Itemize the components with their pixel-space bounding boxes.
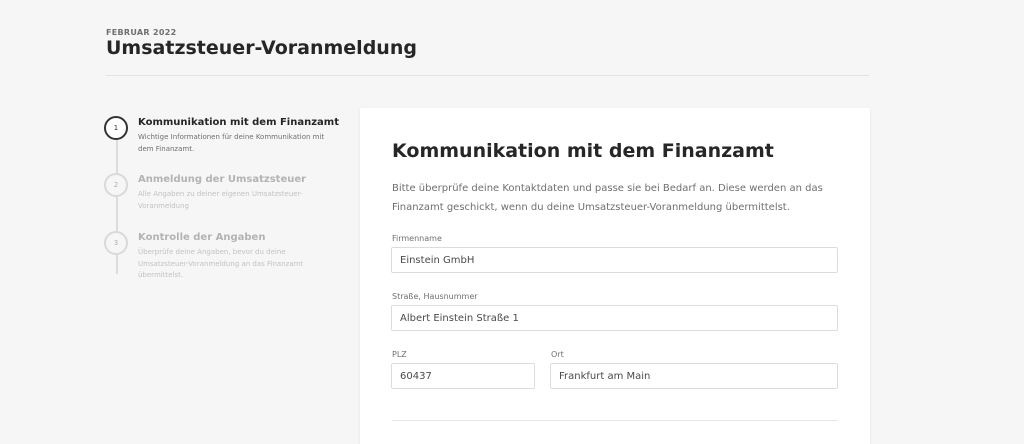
header-divider bbox=[106, 75, 869, 76]
zip-input[interactable] bbox=[391, 363, 535, 389]
step-description: Überprüfe deine Angaben, bevor du deine … bbox=[138, 248, 304, 279]
step-description: Alle Angaben zu deiner eigenen Umsatzste… bbox=[138, 190, 303, 210]
step-number-circle: 2 bbox=[104, 173, 128, 197]
form-card: Kommunikation mit dem Finanzamt Bitte üb… bbox=[360, 108, 870, 444]
step-title: Kontrolle der Angaben bbox=[138, 232, 266, 243]
step-number-circle: 1 bbox=[104, 116, 128, 140]
city-input[interactable] bbox=[550, 363, 838, 389]
zip-label: PLZ bbox=[392, 350, 407, 359]
street-input[interactable] bbox=[391, 305, 838, 331]
card-intro-text: Bitte überprüfe deine Kontaktdaten und p… bbox=[392, 183, 823, 213]
city-label: Ort bbox=[551, 350, 564, 359]
page: FEBRUAR 2022 Umsatzsteuer-Voranmeldung 1… bbox=[0, 0, 1024, 444]
company-name-label: Firmenname bbox=[392, 234, 442, 243]
step-description: Wichtige Informationen für deine Kommuni… bbox=[138, 133, 325, 153]
street-label: Straße, Hausnummer bbox=[392, 292, 478, 301]
period-label: FEBRUAR 2022 bbox=[106, 28, 177, 37]
step-title: Kommunikation mit dem Finanzamt bbox=[138, 117, 339, 128]
step-title: Anmeldung der Umsatzsteuer bbox=[138, 174, 307, 185]
company-name-input[interactable] bbox=[391, 247, 838, 273]
card-divider bbox=[392, 420, 838, 421]
page-title: Umsatzsteuer-Voranmeldung bbox=[106, 37, 417, 59]
step-number-circle: 3 bbox=[104, 231, 128, 255]
card-title: Kommunikation mit dem Finanzamt bbox=[392, 140, 774, 162]
